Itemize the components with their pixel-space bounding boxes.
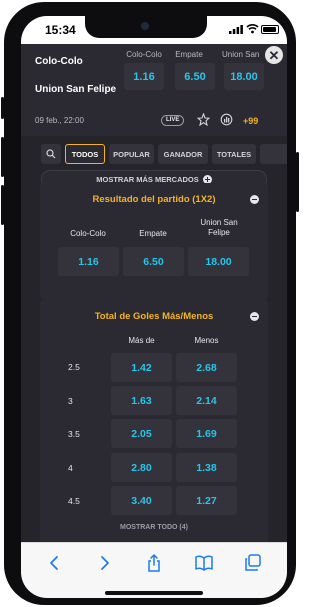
stats-icon[interactable] [220,113,233,126]
live-badge: LIVE [161,115,185,126]
share-icon[interactable] [144,553,164,573]
goals-over-odd[interactable]: 3.40 [111,486,172,515]
goals-line-label: 2.5 [68,362,80,372]
collapse-icon[interactable] [250,195,259,204]
filter-chip-overflow[interactable] [260,144,287,164]
close-button[interactable]: ✕ [265,46,283,64]
goals-line-label: 3.5 [68,429,80,439]
goals-line-label: 3 [68,396,73,406]
match-header: Colo-Colo Union San Felipe Colo-Colo Emp… [21,44,287,136]
goals-over-odd[interactable]: 2.05 [111,419,172,448]
goals-under-odd[interactable]: 2.68 [176,353,237,382]
result-odd-home[interactable]: 1.16 [58,247,119,276]
filter-chip-popular[interactable]: POPULAR [109,144,154,164]
book-icon[interactable] [194,553,214,573]
notch [85,16,207,38]
browser-toolbar [21,542,287,598]
goals-over-odd[interactable]: 2.80 [111,453,172,482]
result-col-home: Colo-Colo [70,229,106,238]
screen: 15:34 Colo-Colo Union San Felipe Colo-Co… [21,16,287,598]
result-market-title[interactable]: Resultado del partido (1X2) [40,194,268,205]
result-col-draw: Empate [139,229,167,238]
match-date: 09 feb., 22:00 [35,116,84,125]
market-filters: TODOS POPULAR GANADOR TOTALES [21,144,287,166]
odd-button-home[interactable]: 1.16 [124,63,164,90]
chevron-right-icon[interactable] [94,553,114,573]
home-team: Colo-Colo [35,56,83,67]
search-icon [46,149,56,159]
volume-up-button [1,137,4,177]
status-time: 15:34 [45,23,76,37]
home-indicator [105,591,203,595]
wifi-icon [246,24,259,34]
goals-under-odd[interactable]: 1.27 [176,486,237,515]
more-markets-count[interactable]: +99 [243,116,258,126]
chevron-left-icon[interactable] [45,553,65,573]
filter-chip-totales[interactable]: TOTALES [212,144,256,164]
filter-chip-todos[interactable]: TODOS [65,144,105,164]
goals-line-label: 4.5 [68,496,80,506]
show-all-button[interactable]: MOSTRAR TODO (4) [40,524,268,531]
goals-col-over: Más de [128,336,155,345]
goals-col-under: Menos [194,336,219,345]
goals-under-odd[interactable]: 1.38 [176,453,237,482]
signal-icon [229,25,243,34]
filter-chip-ganador[interactable]: GANADOR [158,144,208,164]
odd-button-draw[interactable]: 6.50 [175,63,215,90]
battery-icon [261,25,279,34]
away-team: Union San Felipe [35,84,117,95]
tabs-icon[interactable] [243,553,263,573]
odd-button-away[interactable]: 18.00 [224,63,264,90]
result-odd-away[interactable]: 18.00 [188,247,249,276]
phone-frame: 15:34 Colo-Colo Union San Felipe Colo-Co… [1,2,299,605]
goals-line-label: 4 [68,463,73,473]
goals-market-title[interactable]: Total de Goles Más/Menos [40,311,268,322]
volume-down-button [1,185,4,225]
star-icon[interactable] [197,113,210,126]
power-button [296,152,299,212]
result-col-away: Union San Felipe [200,218,238,237]
odd-label-home: Colo-Colo [126,50,162,59]
goals-under-odd[interactable]: 1.69 [176,419,237,448]
result-odd-draw[interactable]: 6.50 [123,247,184,276]
mute-switch [1,97,4,119]
odd-label-draw: Empate [175,50,203,59]
goals-over-odd[interactable]: 1.42 [111,353,172,382]
goals-market-card: Total de Goles Más/Menos Más de Menos 2.… [40,299,268,549]
result-market-card: Resultado del partido (1X2) Colo-Colo Em… [40,183,268,299]
camera [141,22,149,30]
collapse-icon[interactable] [250,312,259,321]
goals-under-odd[interactable]: 2.14 [176,386,237,415]
search-button[interactable] [41,144,61,164]
odd-label-away: Union San Felipe [222,50,262,59]
goals-over-odd[interactable]: 1.63 [111,386,172,415]
